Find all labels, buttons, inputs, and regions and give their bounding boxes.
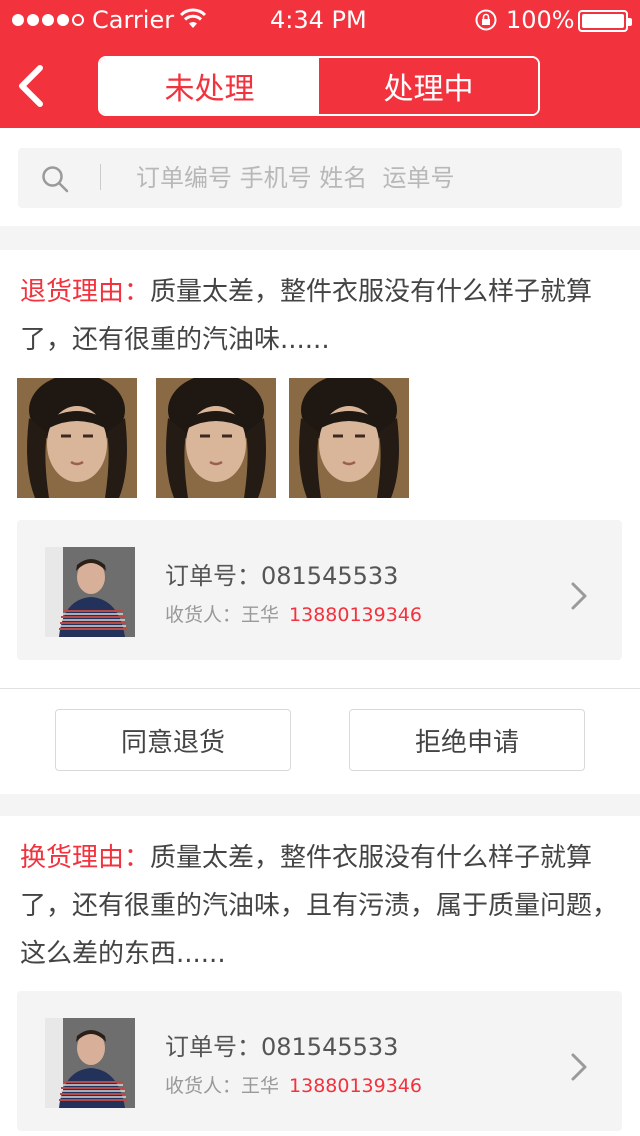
- order-summary-row[interactable]: 订单号：081545533 收货人：王华 13880139346: [17, 520, 622, 660]
- signal-strength-icon: [12, 14, 84, 26]
- status-bar: Carrier 4:34 PM 100%: [0, 0, 640, 40]
- receiver-phone: 13880139346: [289, 604, 422, 626]
- order-summary-row[interactable]: 订单号：081545533 收货人：王华 13880139346: [17, 991, 622, 1131]
- search-divider: [100, 164, 101, 190]
- chevron-right-icon: [571, 582, 587, 610]
- receiver-phone: 13880139346: [289, 1075, 422, 1097]
- search-input[interactable]: [136, 156, 606, 200]
- reason-label: 换货理由：: [20, 843, 151, 873]
- chevron-right-icon: [571, 1053, 587, 1081]
- carrier-label: Carrier: [92, 6, 175, 34]
- search-section: [0, 128, 640, 226]
- product-thumbnail: [45, 1018, 135, 1108]
- status-segmented-control: 未处理 处理中: [98, 56, 540, 116]
- evidence-photo[interactable]: [156, 378, 276, 498]
- clock: 4:34 PM: [270, 6, 367, 34]
- battery-percent: 100%: [506, 6, 575, 34]
- app-header: Carrier 4:34 PM 100% 未处理 处理中: [0, 0, 640, 128]
- receiver-info: 收货人：王华 13880139346: [165, 600, 422, 627]
- back-arrow-icon[interactable]: [14, 64, 48, 108]
- return-request-card: 退货理由：质量太差，整件衣服没有什么样子就算了，还有很重的汽油味...... 订…: [0, 250, 640, 794]
- rotation-lock-icon: [475, 9, 497, 31]
- exchange-request-card: 换货理由：质量太差，整件衣服没有什么样子就算了，还有很重的汽油味，且有污渍，属于…: [0, 816, 640, 1136]
- search-icon: [42, 166, 69, 193]
- tab-unprocessed[interactable]: 未处理: [100, 58, 319, 114]
- order-number: 订单号：081545533: [165, 562, 399, 590]
- search-box: [18, 148, 622, 208]
- reject-request-button[interactable]: 拒绝申请: [349, 709, 585, 771]
- evidence-photo[interactable]: [289, 378, 409, 498]
- tab-processing[interactable]: 处理中: [319, 58, 538, 114]
- reason-label: 退货理由：: [20, 277, 151, 307]
- receiver-info: 收货人：王华 13880139346: [165, 1071, 422, 1098]
- wifi-icon: [180, 8, 206, 28]
- agree-return-button[interactable]: 同意退货: [55, 709, 291, 771]
- receiver-name: 收货人：王华: [165, 1075, 280, 1097]
- reason-text: 换货理由：质量太差，整件衣服没有什么样子就算了，还有很重的汽油味，且有污渍，属于…: [20, 834, 620, 978]
- receiver-name: 收货人：王华: [165, 604, 280, 626]
- product-thumbnail: [45, 547, 135, 637]
- order-number: 订单号：081545533: [165, 1033, 399, 1061]
- action-bar: 同意退货 拒绝申请: [0, 688, 640, 794]
- evidence-photo[interactable]: [17, 378, 137, 498]
- battery-icon: [578, 10, 632, 32]
- reason-text: 退货理由：质量太差，整件衣服没有什么样子就算了，还有很重的汽油味......: [20, 268, 620, 364]
